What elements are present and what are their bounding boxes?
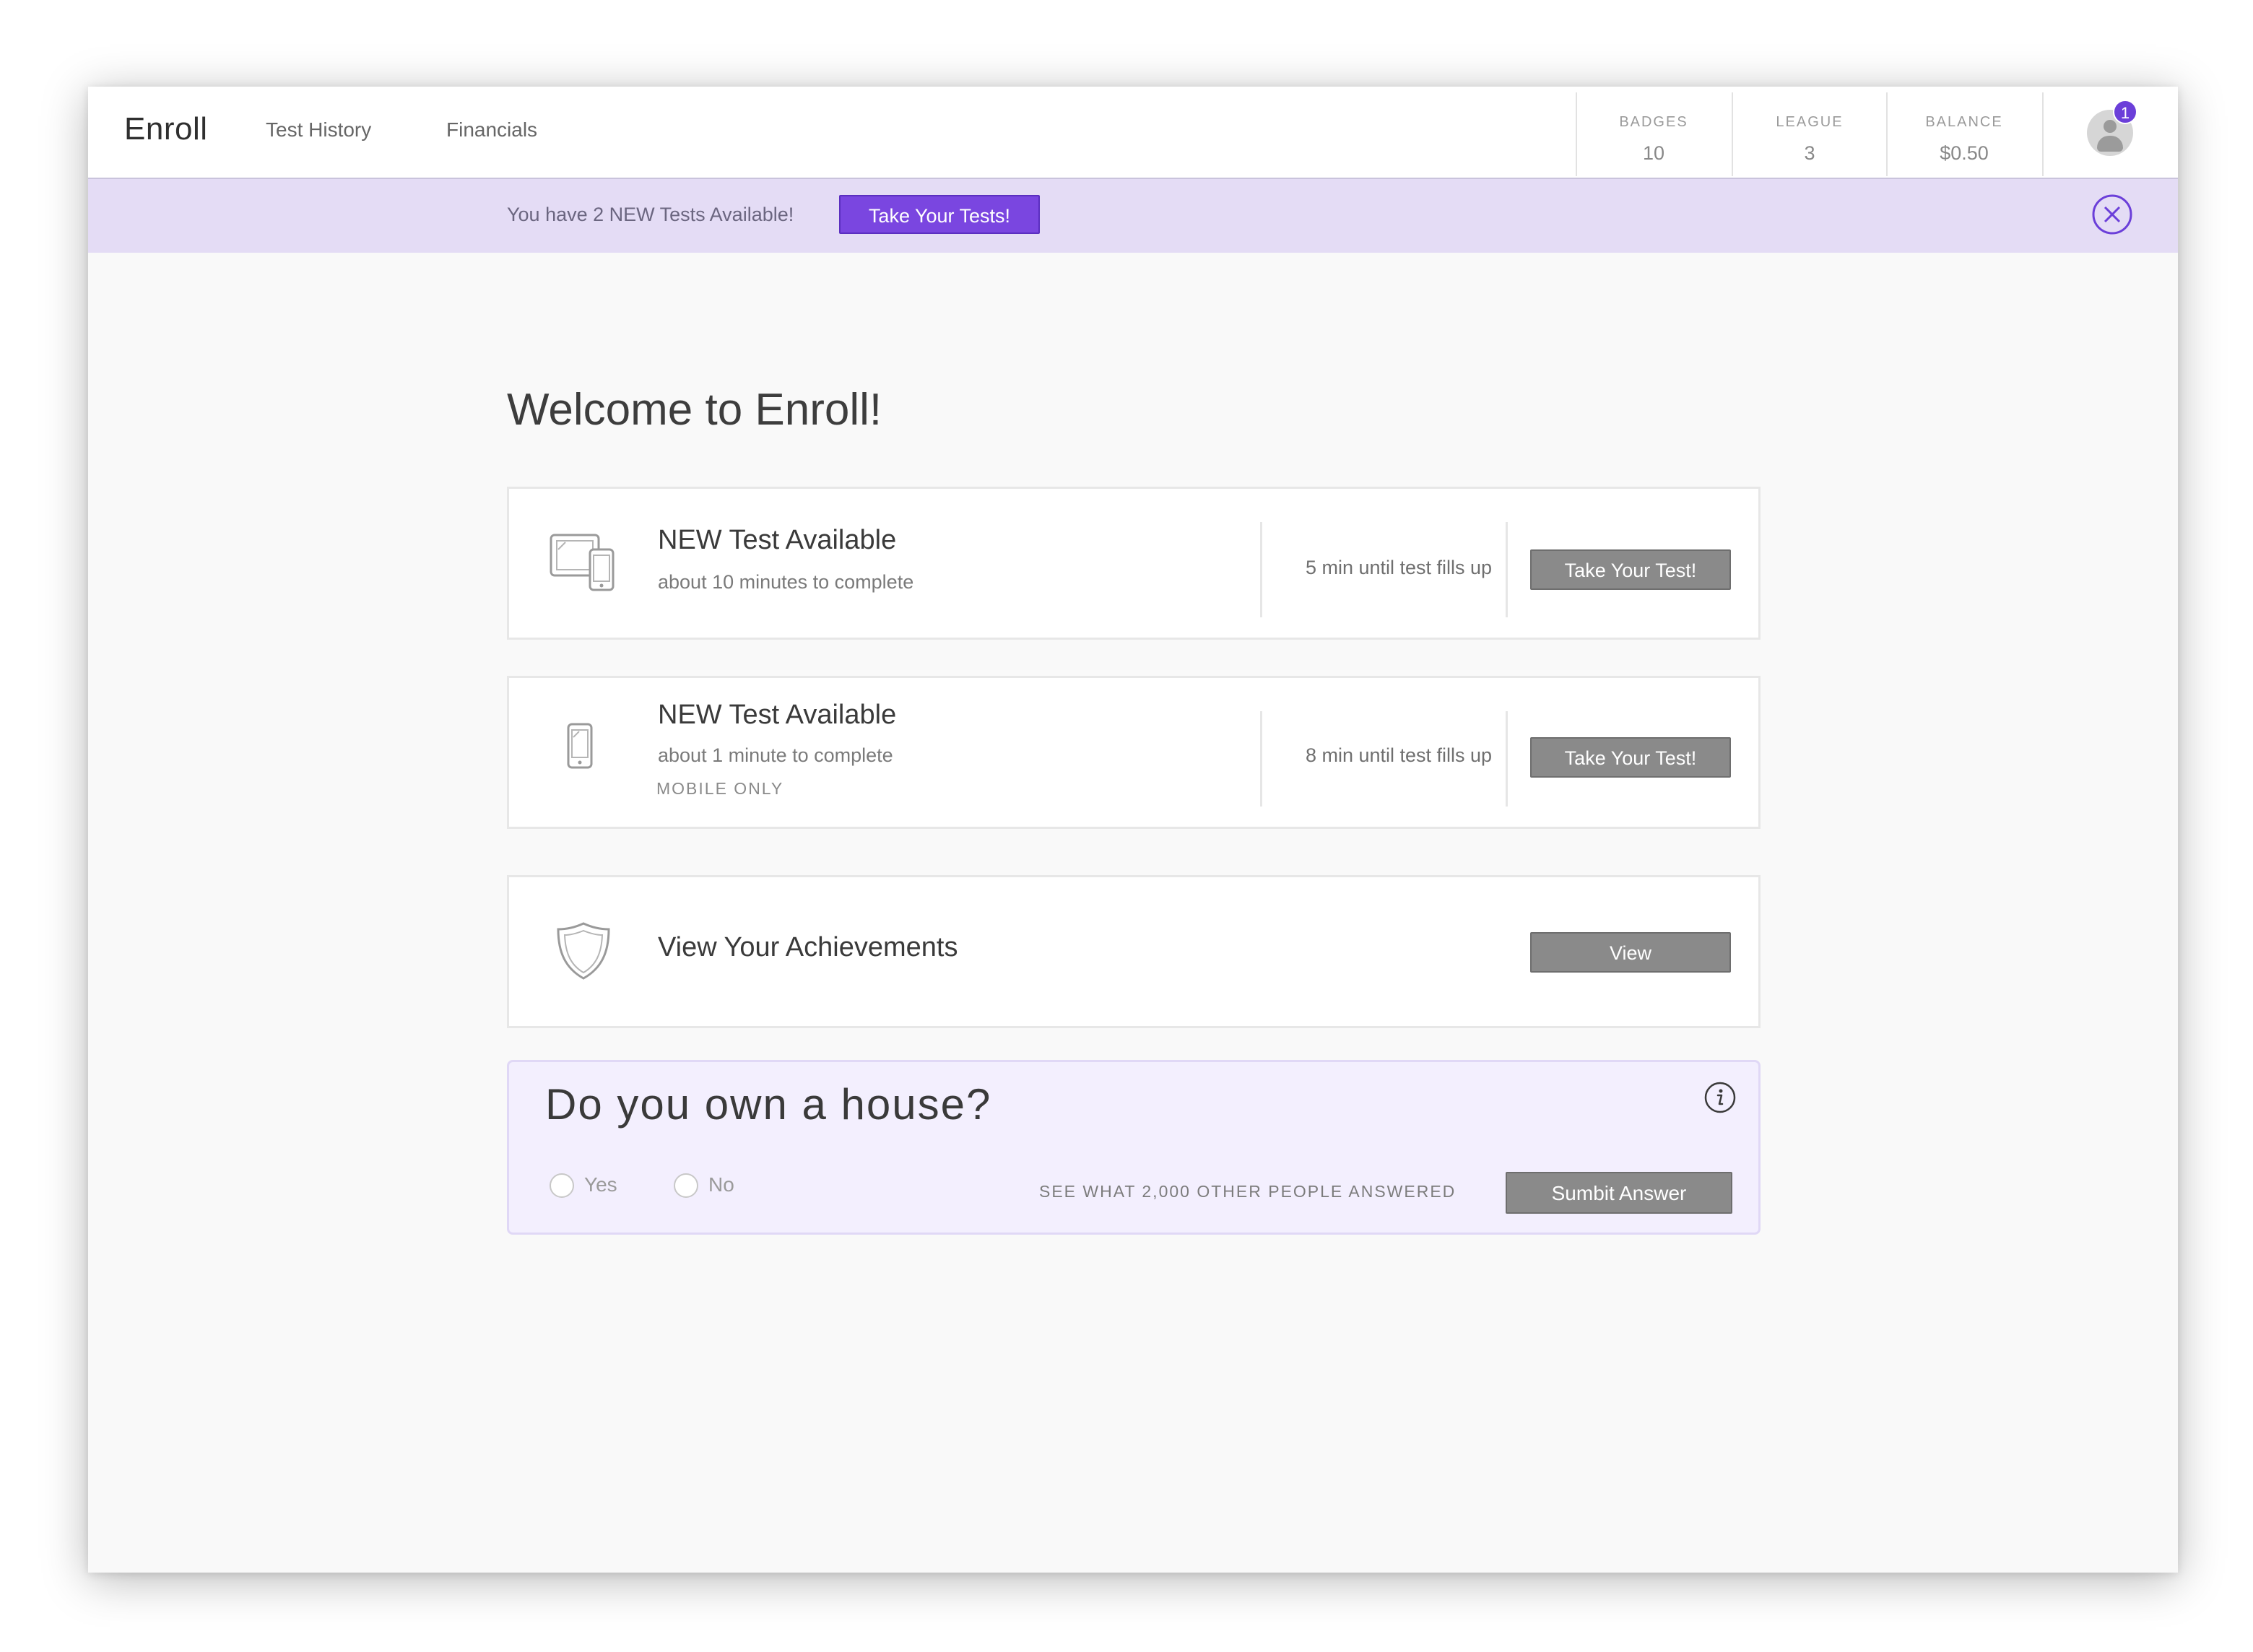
shield-icon: [555, 921, 612, 985]
new-tests-banner: You have 2 NEW Tests Available! Take You…: [88, 179, 2178, 253]
test-duration: about 1 minute to complete: [658, 744, 893, 766]
nav-link-financials[interactable]: Financials: [446, 118, 537, 142]
stat-value: 3: [1804, 142, 1815, 164]
stat-value: 10: [1642, 142, 1665, 164]
stat-value: $0.50: [1940, 142, 1989, 164]
radio-label: Yes: [584, 1173, 617, 1196]
see-answers-link[interactable]: SEE WHAT 2,000 OTHER PEOPLE ANSWERED: [1039, 1182, 1456, 1201]
poll-card: Do you own a house? Yes No SEE WHAT 2,00…: [507, 1060, 1761, 1235]
app-window: Enroll Test History Financials BADGES 10…: [88, 87, 2178, 1573]
achievements-title: View Your Achievements: [658, 932, 958, 962]
stat-label: BADGES: [1619, 114, 1688, 130]
divider: [1506, 711, 1508, 807]
nav-link-test-history[interactable]: Test History: [266, 118, 371, 142]
test-card: NEW Test Available about 10 minutes to c…: [507, 487, 1761, 640]
mobile-only-tag: MOBILE ONLY: [656, 779, 784, 798]
brand-logo[interactable]: Enroll: [124, 111, 208, 147]
divider: [1506, 522, 1508, 617]
devices-icon: [550, 532, 616, 595]
take-your-tests-button[interactable]: Take Your Tests!: [839, 195, 1040, 234]
stat-label: BALANCE: [1925, 114, 2003, 130]
stat-league[interactable]: LEAGUE 3: [1732, 92, 1886, 176]
take-your-test-button[interactable]: Take Your Test!: [1530, 737, 1731, 778]
top-nav: Enroll Test History Financials BADGES 10…: [88, 87, 2178, 179]
page-title: Welcome to Enroll!: [507, 385, 882, 435]
radio-circle: [550, 1173, 574, 1198]
achievements-card: View Your Achievements View: [507, 875, 1761, 1028]
fill-timer: 5 min until test fills up: [1305, 557, 1493, 578]
poll-question: Do you own a house?: [545, 1080, 992, 1129]
notification-badge[interactable]: 1: [2113, 100, 2137, 124]
stat-label: LEAGUE: [1776, 114, 1844, 130]
test-duration: about 10 minutes to complete: [658, 571, 914, 593]
banner-text: You have 2 NEW Tests Available!: [507, 204, 794, 225]
view-button[interactable]: View: [1530, 932, 1731, 973]
radio-circle: [674, 1173, 698, 1198]
close-icon[interactable]: [2091, 194, 2133, 235]
take-your-test-button[interactable]: Take Your Test!: [1530, 549, 1731, 590]
radio-no[interactable]: No: [674, 1172, 753, 1201]
divider: [1260, 711, 1262, 807]
radio-yes[interactable]: Yes: [550, 1172, 629, 1201]
radio-label: No: [708, 1173, 734, 1196]
test-title: NEW Test Available: [658, 700, 897, 730]
user-icon-head: [2104, 120, 2117, 133]
phone-icon: [565, 723, 594, 774]
test-card: NEW Test Available about 1 minute to com…: [507, 676, 1761, 829]
user-icon-body: [2097, 136, 2123, 152]
stat-balance[interactable]: BALANCE $0.50: [1886, 92, 2041, 176]
info-icon[interactable]: [1703, 1081, 1737, 1114]
stat-badges[interactable]: BADGES 10: [1576, 92, 1730, 176]
submit-answer-button[interactable]: Sumbit Answer: [1506, 1172, 1732, 1214]
fill-timer: 8 min until test fills up: [1305, 744, 1493, 766]
divider: [1260, 522, 1262, 617]
test-title: NEW Test Available: [658, 525, 897, 555]
